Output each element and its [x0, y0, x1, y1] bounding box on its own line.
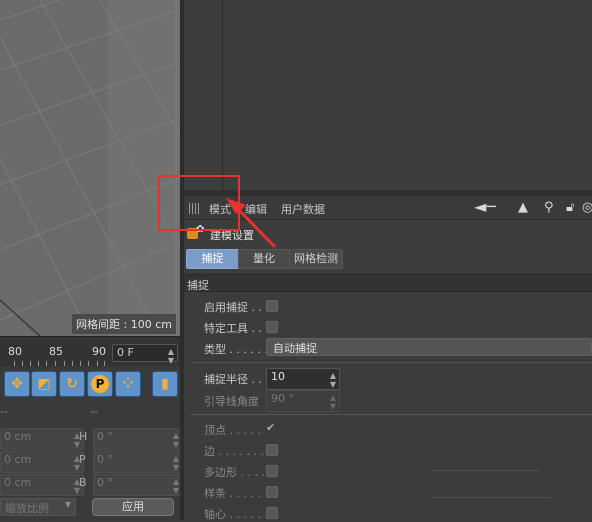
annotation-arrow-icon [226, 198, 277, 249]
